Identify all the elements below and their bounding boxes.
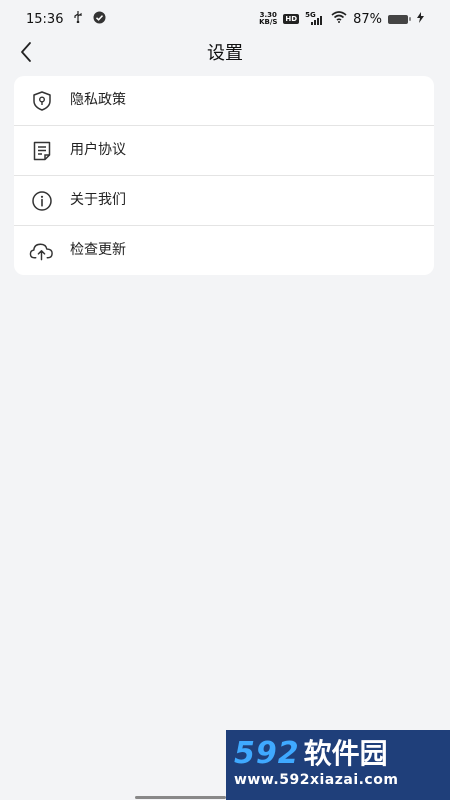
settings-item-check-update[interactable]: 检查更新: [14, 225, 434, 275]
battery-icon: [388, 14, 411, 24]
document-icon: [29, 138, 54, 163]
settings-item-about-us[interactable]: 关于我们: [14, 175, 434, 225]
network-speed: 3.30 KB/S: [259, 11, 278, 26]
watermark-url: www.592xiazai.com: [234, 772, 399, 788]
signal-5g-icon: 5G: [305, 11, 325, 25]
home-indicator[interactable]: [135, 796, 226, 799]
usb-icon: [73, 11, 83, 27]
settings-item-label: 关于我们: [70, 192, 126, 208]
nav-bar: 设置: [0, 38, 450, 70]
status-time: 15:36: [26, 11, 64, 27]
shield-lock-icon: [29, 88, 54, 113]
settings-item-privacy-policy[interactable]: 隐私政策: [14, 76, 434, 125]
settings-item-user-agreement[interactable]: 用户协议: [14, 125, 434, 175]
wifi-icon: [331, 11, 347, 27]
watermark-text: 软件园: [303, 737, 388, 770]
cloud-upload-icon: [29, 238, 54, 263]
page-title: 设置: [207, 43, 243, 64]
watermark-number: 592: [234, 736, 300, 771]
battery-percent: 87%: [353, 11, 382, 27]
settings-card: 隐私政策 用户协议 关于我们 检查更新: [14, 76, 434, 275]
hd-badge: HD: [283, 14, 300, 24]
status-bar: 15:36 3.30 KB/S HD 5G 87%: [0, 0, 450, 38]
watermark-logo: 592 软件园 www.592xiazai.com: [226, 730, 450, 800]
settings-item-label: 检查更新: [70, 242, 126, 258]
check-circle-icon: [93, 11, 106, 28]
status-left: 15:36: [26, 11, 106, 28]
charging-icon: [417, 11, 424, 27]
info-icon: [29, 188, 54, 213]
status-right: 3.30 KB/S HD 5G 87%: [259, 11, 424, 27]
settings-item-label: 隐私政策: [70, 92, 126, 108]
settings-item-label: 用户协议: [70, 142, 126, 158]
